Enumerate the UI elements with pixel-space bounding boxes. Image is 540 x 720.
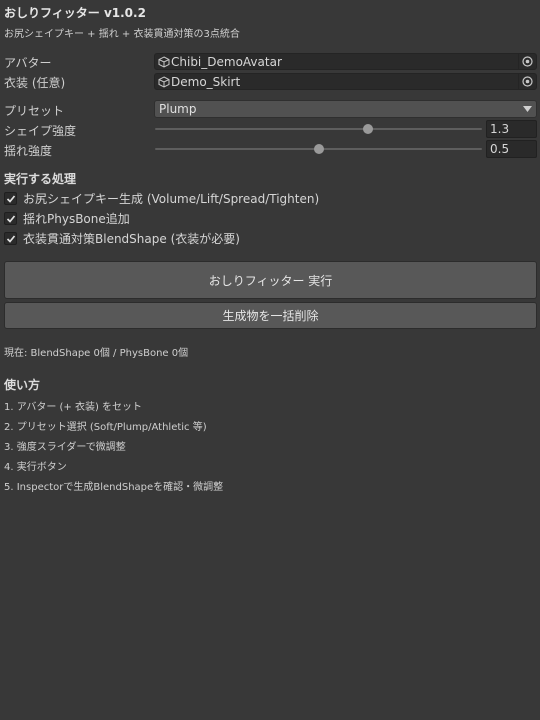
- process-option-blendshape[interactable]: 衣装貫通対策BlendShape (衣装が必要): [4, 230, 240, 247]
- slider-thumb[interactable]: [362, 124, 373, 134]
- costume-value: Demo_Skirt: [171, 74, 241, 89]
- window-title: おしりフィッター v1.0.2: [4, 6, 146, 20]
- process-option-label: 衣装貫通対策BlendShape (衣装が必要): [23, 232, 240, 246]
- shape-strength-slider[interactable]: [155, 124, 482, 134]
- sway-strength-input[interactable]: 0.5: [486, 140, 537, 158]
- slider-thumb[interactable]: [313, 144, 324, 154]
- delete-all-button[interactable]: 生成物を一括削除: [4, 302, 537, 329]
- process-option-shapekey[interactable]: お尻シェイプキー生成 (Volume/Lift/Spread/Tighten): [4, 190, 319, 207]
- cube-icon: [158, 75, 170, 88]
- preset-dropdown[interactable]: Plump: [154, 100, 537, 118]
- usage-step: 2. プリセット選択 (Soft/Plump/Athletic 等): [4, 422, 207, 433]
- object-picker-icon[interactable]: [518, 74, 536, 89]
- checkmark-icon: [6, 214, 15, 223]
- status-text: 現在: BlendShape 0個 / PhysBone 0個: [4, 348, 189, 359]
- sway-strength-slider[interactable]: [155, 144, 482, 154]
- checkmark-icon: [6, 194, 15, 203]
- sway-strength-label: 揺れ強度: [4, 144, 53, 158]
- shape-strength-input[interactable]: 1.3: [486, 120, 537, 138]
- costume-label: 衣装 (任意): [4, 76, 66, 90]
- process-option-label: お尻シェイプキー生成 (Volume/Lift/Spread/Tighten): [23, 192, 320, 206]
- preset-value: Plump: [159, 102, 197, 116]
- object-picker-icon[interactable]: [518, 54, 536, 69]
- subtitle: お尻シェイプキー + 揺れ + 衣装貫通対策の3点統合: [4, 29, 240, 40]
- triangle-down-icon: [518, 106, 536, 112]
- checkbox[interactable]: [4, 192, 17, 205]
- avatar-field[interactable]: Chibi_DemoAvatar: [154, 53, 537, 70]
- usage-step: 4. 実行ボタン: [4, 462, 67, 473]
- avatar-value: Chibi_DemoAvatar: [171, 54, 282, 69]
- run-button[interactable]: おしりフィッター 実行: [4, 261, 537, 299]
- checkbox[interactable]: [4, 232, 17, 245]
- checkmark-icon: [6, 234, 15, 243]
- avatar-label: アバター: [4, 56, 52, 70]
- usage-heading: 使い方: [4, 378, 41, 392]
- process-option-physbone[interactable]: 揺れPhysBone追加: [4, 210, 130, 227]
- process-option-label: 揺れPhysBone追加: [23, 212, 130, 226]
- cube-icon: [158, 55, 170, 68]
- costume-field[interactable]: Demo_Skirt: [154, 73, 537, 90]
- usage-step: 1. アバター (+ 衣装) をセット: [4, 402, 143, 413]
- usage-step: 5. Inspectorで生成BlendShapeを確認・微調整: [4, 482, 224, 493]
- process-heading: 実行する処理: [4, 172, 77, 186]
- checkbox[interactable]: [4, 212, 17, 225]
- usage-step: 3. 強度スライダーで微調整: [4, 442, 126, 453]
- preset-label: プリセット: [4, 104, 65, 118]
- shape-strength-label: シェイプ強度: [4, 124, 77, 138]
